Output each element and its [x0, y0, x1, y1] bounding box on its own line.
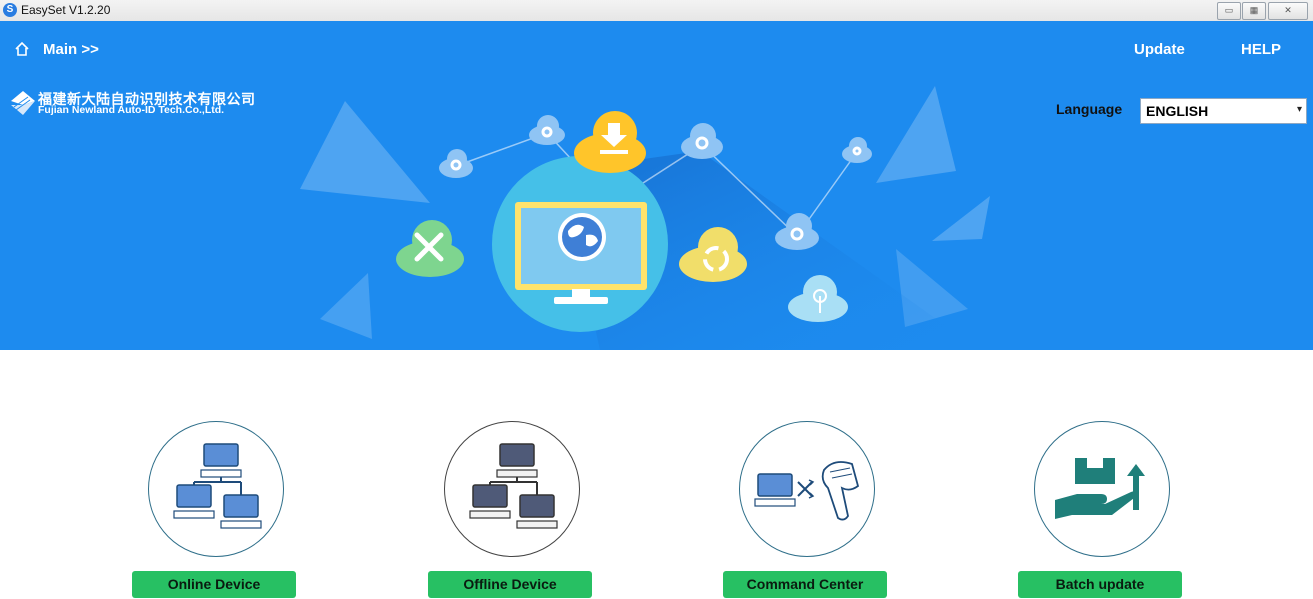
batch-update-button[interactable]: Batch update: [1018, 571, 1182, 598]
help-link[interactable]: HELP: [1241, 41, 1281, 58]
header-banner: Main >> Update HELP 福建新大陆自动识别技术有限公司 Fuji…: [0, 21, 1313, 350]
batch-update-tile[interactable]: Batch update: [1018, 421, 1188, 599]
offline-device-button[interactable]: Offline Device: [428, 571, 592, 598]
offline-device-tile[interactable]: Offline Device: [428, 421, 598, 599]
online-device-circle[interactable]: [148, 421, 284, 557]
banner-illustration: [300, 86, 990, 350]
online-device-button[interactable]: Online Device: [132, 571, 296, 598]
dropdown-arrow-icon[interactable]: ▾: [1297, 104, 1302, 115]
computer-scanner-icon: [754, 461, 860, 521]
minimize-button[interactable]: ▭: [1217, 2, 1241, 20]
online-device-tile[interactable]: Online Device: [132, 421, 302, 599]
update-link[interactable]: Update: [1134, 41, 1185, 58]
command-center-circle[interactable]: [739, 421, 875, 557]
breadcrumb-main[interactable]: Main >>: [43, 41, 99, 58]
home-icon[interactable]: [14, 41, 30, 57]
batch-update-circle[interactable]: [1034, 421, 1170, 557]
restore-button[interactable]: ▦: [1242, 2, 1266, 20]
command-center-tile[interactable]: Command Center: [723, 421, 893, 599]
language-select[interactable]: ENGLISH ▾: [1140, 98, 1307, 124]
app-icon: S: [3, 3, 17, 17]
language-selected-value: ENGLISH: [1146, 103, 1209, 119]
offline-network-icon: [469, 443, 558, 529]
company-name-english: Fujian Newland Auto-ID Tech.Co.,Ltd.: [38, 104, 225, 116]
batch-update-icon: [1055, 458, 1145, 519]
language-label: Language: [1056, 101, 1123, 117]
newland-logo-icon: [11, 91, 35, 115]
command-center-button[interactable]: Command Center: [723, 571, 887, 598]
network-computers-icon: [173, 443, 262, 529]
close-button[interactable]: ✕: [1268, 2, 1308, 20]
window-title-bar: S EasySet V1.2.20 ▭ ▦ ✕: [0, 0, 1313, 22]
window-title: EasySet V1.2.20: [21, 3, 111, 17]
offline-device-circle[interactable]: [444, 421, 580, 557]
